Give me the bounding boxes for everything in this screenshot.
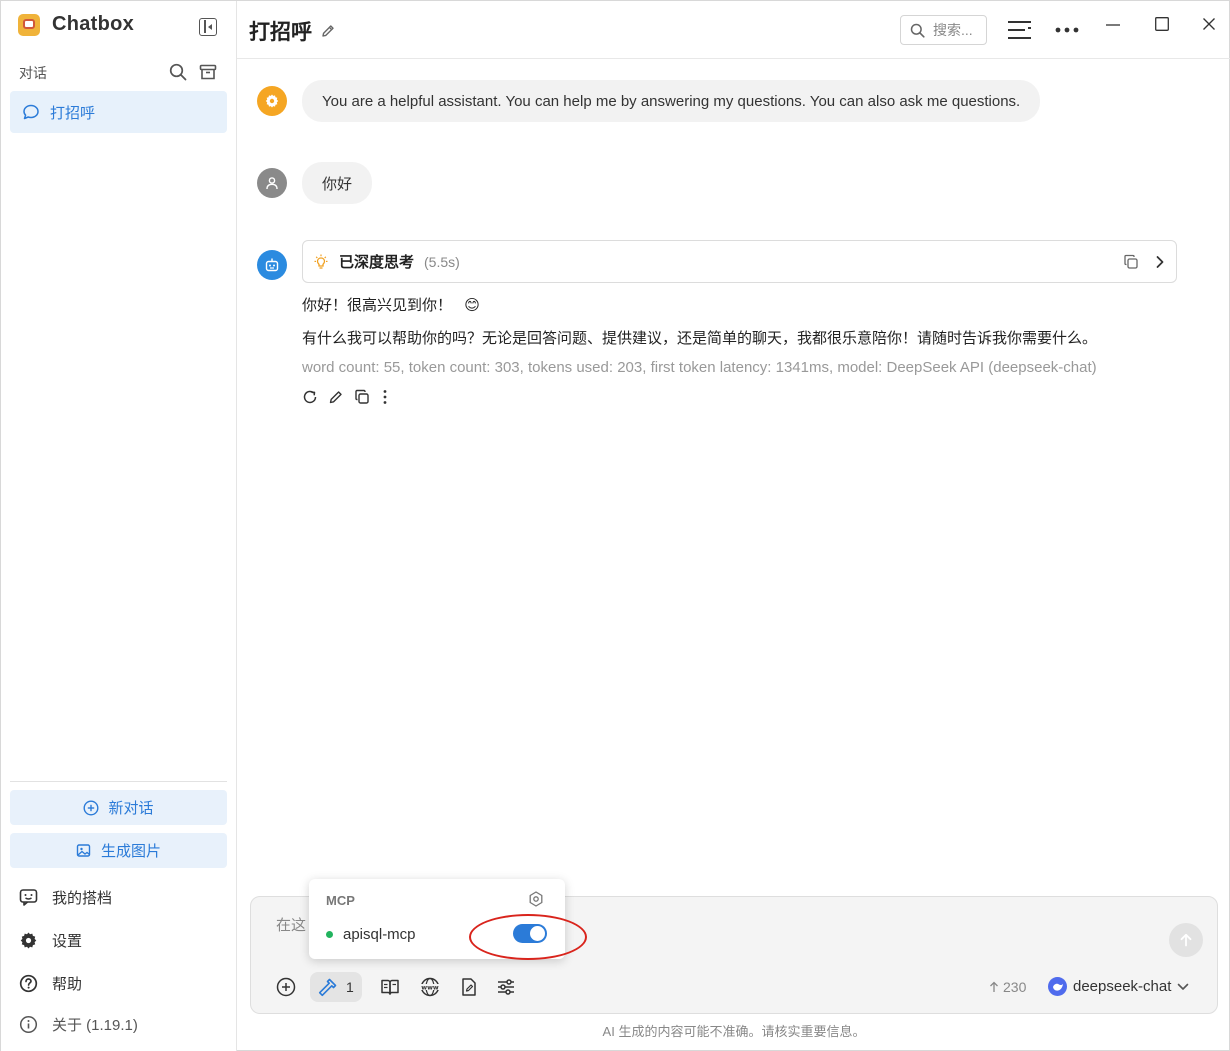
reasoning-time: (5.5s) bbox=[424, 253, 460, 270]
arrow-up-small-icon bbox=[990, 981, 998, 992]
mcp-server-name: apisql-mcp bbox=[343, 926, 416, 943]
model-selector[interactable]: deepseek-chat bbox=[1048, 977, 1189, 996]
web-browsing-icon[interactable]: www bbox=[418, 977, 442, 997]
gear-icon bbox=[20, 932, 37, 949]
archive-icon[interactable] bbox=[199, 63, 217, 81]
knowledge-base-icon[interactable] bbox=[380, 977, 400, 997]
status-dot-icon bbox=[326, 931, 333, 938]
assistant-reply-line-1: 你好！很高兴见到你！ 😊 bbox=[302, 294, 480, 315]
image-add-icon bbox=[76, 843, 91, 857]
system-message: You are a helpful assistant. You can hel… bbox=[257, 80, 1041, 122]
reasoning-label: 已深度思考 bbox=[339, 254, 415, 271]
model-name: deepseek-chat bbox=[1073, 978, 1172, 995]
collapse-sidebar-icon[interactable] bbox=[199, 18, 217, 36]
toc-menu-icon[interactable] bbox=[1007, 20, 1033, 40]
regenerate-icon[interactable] bbox=[302, 389, 318, 405]
settings-label: 设置 bbox=[52, 933, 83, 950]
search-icon bbox=[910, 23, 925, 38]
partners-label: 我的搭档 bbox=[52, 890, 113, 907]
deepseek-logo-icon bbox=[1048, 977, 1067, 996]
close-icon[interactable] bbox=[1203, 18, 1215, 30]
copy-reasoning-icon[interactable] bbox=[1123, 254, 1139, 270]
chevron-down-icon bbox=[1178, 983, 1189, 990]
search-placeholder: 搜索... bbox=[933, 22, 973, 38]
settings-sliders-icon[interactable] bbox=[496, 977, 516, 997]
generate-image-label: 生成图片 bbox=[100, 843, 161, 860]
token-estimate: 230 bbox=[989, 979, 1026, 995]
new-chat-label: 新对话 bbox=[108, 800, 154, 817]
user-message-bubble: 你好 bbox=[302, 162, 373, 204]
page-title: 打招呼 bbox=[249, 16, 336, 46]
send-button[interactable] bbox=[1169, 923, 1203, 957]
copy-message-icon[interactable] bbox=[354, 389, 370, 405]
message-actions bbox=[302, 389, 390, 405]
conversation-title: 打招呼 bbox=[249, 21, 312, 44]
attach-file-icon[interactable] bbox=[460, 977, 478, 997]
partner-icon bbox=[19, 889, 38, 906]
svg-text:www: www bbox=[421, 984, 439, 991]
conversation-item-greeting[interactable]: 打招呼 bbox=[10, 91, 227, 133]
edit-message-icon[interactable] bbox=[328, 389, 344, 405]
annotation-highlight-ellipse bbox=[469, 914, 587, 960]
composer-toolbar: 1 www bbox=[276, 972, 516, 1002]
brand: Chatbox bbox=[18, 13, 134, 36]
search-box[interactable]: 搜索... bbox=[900, 15, 987, 45]
sidebar: Chatbox 对话 打招呼 新对话 生成图片 我的搭档 设置 帮助 关于 (1… bbox=[1, 1, 237, 1051]
mcp-settings-icon[interactable] bbox=[528, 891, 544, 907]
bot-avatar-icon bbox=[257, 250, 287, 280]
search-icon[interactable] bbox=[169, 63, 187, 81]
smile-emoji-icon: 😊 bbox=[464, 297, 480, 314]
app-name: Chatbox bbox=[52, 13, 135, 35]
help-icon bbox=[19, 974, 38, 993]
edit-title-icon[interactable] bbox=[320, 23, 336, 39]
user-avatar-icon bbox=[257, 168, 287, 198]
lightbulb-icon bbox=[314, 254, 328, 269]
mcp-tool-count: 1 bbox=[346, 979, 354, 995]
mcp-server-item: apisql-mcp bbox=[326, 926, 416, 943]
sidebar-item-settings[interactable]: 设置 bbox=[19, 930, 82, 951]
mcp-tools-button[interactable]: 1 bbox=[310, 972, 362, 1002]
info-icon bbox=[19, 1015, 38, 1034]
about-label: 关于 (1.19.1) bbox=[52, 1017, 138, 1034]
reasoning-panel[interactable]: 已深度思考 (5.5s) bbox=[302, 240, 1177, 283]
token-estimate-value: 230 bbox=[1003, 979, 1027, 995]
user-message: 你好 bbox=[257, 162, 373, 204]
sidebar-divider bbox=[10, 781, 227, 782]
more-options-icon[interactable] bbox=[1055, 27, 1079, 33]
help-label: 帮助 bbox=[52, 976, 83, 993]
app-window: Chatbox 对话 打招呼 新对话 生成图片 我的搭档 设置 帮助 关于 (1… bbox=[0, 0, 1230, 1051]
sidebar-item-help[interactable]: 帮助 bbox=[19, 973, 82, 994]
chevron-right-icon[interactable] bbox=[1155, 255, 1165, 269]
arrow-up-icon bbox=[1180, 933, 1192, 947]
new-chat-button[interactable]: 新对话 bbox=[10, 790, 227, 825]
message-input[interactable]: 在这 bbox=[276, 914, 306, 935]
sidebar-item-about[interactable]: 关于 (1.19.1) bbox=[19, 1014, 138, 1035]
conversations-label: 对话 bbox=[19, 65, 47, 81]
sidebar-item-partners[interactable]: 我的搭档 bbox=[19, 887, 112, 908]
mcp-title: MCP bbox=[326, 893, 355, 908]
assistant-reply-line-2: 有什么我可以帮助你的吗？无论是回答问题、提供建议，还是简单的聊天，我都很乐意陪你… bbox=[302, 330, 1098, 347]
message-stats: word count: 55, token count: 303, tokens… bbox=[302, 359, 1097, 376]
reply-greeting: 你好！很高兴见到你！ bbox=[302, 297, 453, 314]
hammer-icon bbox=[318, 978, 337, 997]
system-avatar-icon bbox=[257, 86, 287, 116]
top-bar: 打招呼 搜索... bbox=[237, 1, 1230, 59]
chat-bubble-icon bbox=[23, 104, 39, 120]
chatbox-logo-icon bbox=[18, 13, 40, 36]
add-attachment-icon[interactable] bbox=[276, 977, 296, 997]
conversation-label: 打招呼 bbox=[50, 104, 96, 122]
more-vertical-icon[interactable] bbox=[380, 389, 390, 405]
system-prompt-bubble: You are a helpful assistant. You can hel… bbox=[302, 80, 1041, 122]
minimize-icon[interactable] bbox=[1106, 24, 1120, 26]
plus-circle-icon bbox=[83, 799, 99, 816]
generate-image-button[interactable]: 生成图片 bbox=[10, 833, 227, 868]
maximize-icon[interactable] bbox=[1155, 17, 1169, 31]
ai-disclaimer: AI 生成的内容可能不准确。请核实重要信息。 bbox=[602, 1024, 866, 1039]
